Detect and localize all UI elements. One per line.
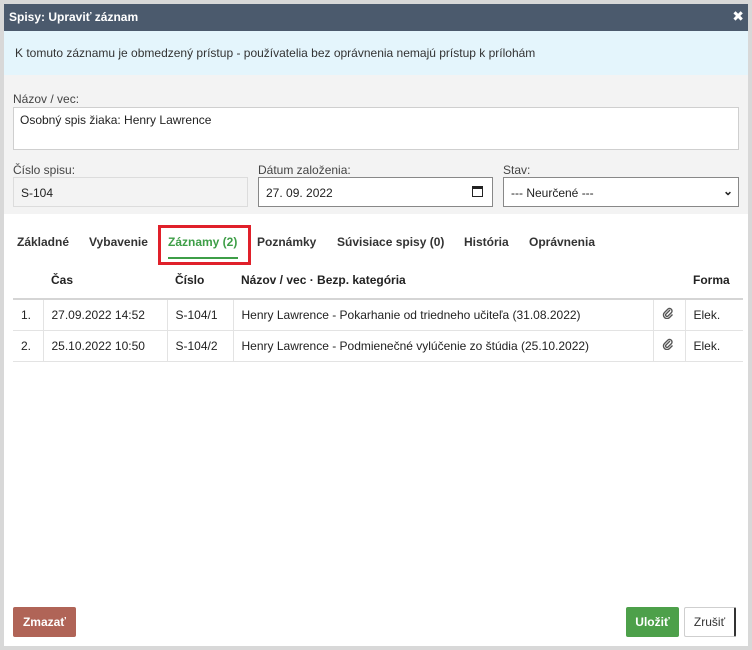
calendar-icon[interactable] xyxy=(472,186,483,197)
row-index: 2. xyxy=(13,330,43,362)
status-value: --- Neurčené --- xyxy=(511,186,594,200)
tab-history[interactable]: História xyxy=(464,235,509,249)
row-title[interactable]: Henry Lawrence - Pokarhanie od triedneho… xyxy=(232,299,653,331)
col-index xyxy=(13,262,43,300)
table-header-row: Čas Číslo Názov / vec · Bezp. kategória … xyxy=(13,262,743,300)
dialog-title: Spisy: Upraviť záznam xyxy=(9,10,139,24)
status-select[interactable]: --- Neurčené --- ⌄ xyxy=(503,177,739,207)
row-number: S-104/1 xyxy=(166,299,233,331)
number-field: S-104 xyxy=(13,177,248,207)
paperclip-icon-svg xyxy=(662,308,673,320)
tab-handling[interactable]: Vybavenie xyxy=(89,235,148,249)
tab-related-files[interactable]: Súvisiace spisy (0) xyxy=(337,235,444,249)
col-attachment xyxy=(653,262,685,300)
name-label: Názov / vec: xyxy=(13,92,80,106)
table-row[interactable]: 1. 27.09.2022 14:52 S-104/1 Henry Lawren… xyxy=(13,299,743,331)
paperclip-icon[interactable] xyxy=(652,330,685,362)
edit-record-dialog: Spisy: Upraviť záznam ✖ K tomuto záznamu… xyxy=(0,0,752,650)
tab-basic[interactable]: Základné xyxy=(17,235,69,249)
dialog-titlebar: Spisy: Upraviť záznam ✖ xyxy=(4,4,748,31)
col-title[interactable]: Názov / vec · Bezp. kategória xyxy=(233,262,653,300)
row-index: 1. xyxy=(13,299,43,331)
row-time: 25.10.2022 10:50 xyxy=(42,330,167,362)
row-form: Elek. xyxy=(684,330,743,362)
col-time[interactable]: Čas xyxy=(43,262,167,300)
number-label: Číslo spisu: xyxy=(13,163,76,177)
tab-highlight-box xyxy=(158,225,251,265)
date-value: 27. 09. 2022 xyxy=(266,186,333,200)
table-row[interactable]: 2. 25.10.2022 10:50 S-104/2 Henry Lawren… xyxy=(13,330,743,362)
date-label: Dátum založenia: xyxy=(258,163,351,177)
status-label: Stav: xyxy=(503,163,531,177)
row-form: Elek. xyxy=(684,299,743,331)
row-title[interactable]: Henry Lawrence - Podmienečné vylúčenie z… xyxy=(232,330,653,362)
chevron-down-icon: ⌄ xyxy=(722,184,733,198)
cancel-button[interactable]: Zrušiť xyxy=(684,607,736,637)
close-icon[interactable]: ✖ xyxy=(732,8,744,25)
save-button[interactable]: Uložiť xyxy=(626,607,679,637)
records-table: Čas Číslo Názov / vec · Bezp. kategória … xyxy=(13,262,743,362)
row-time: 27.09.2022 14:52 xyxy=(42,299,167,331)
paperclip-icon[interactable] xyxy=(652,299,685,331)
tab-notes[interactable]: Poznámky xyxy=(257,235,316,249)
date-input[interactable]: 27. 09. 2022 xyxy=(258,177,493,207)
col-form[interactable]: Forma xyxy=(685,262,743,300)
restricted-access-notice: K tomuto záznamu je obmedzený prístup - … xyxy=(4,31,748,75)
col-number[interactable]: Číslo xyxy=(167,262,233,300)
tab-bar: Základné Vybavenie Záznamy (2) Poznámky … xyxy=(4,214,748,265)
record-form: Názov / vec: Osobný spis žiaka: Henry La… xyxy=(4,75,748,214)
row-number: S-104/2 xyxy=(166,330,233,362)
delete-button[interactable]: Zmazať xyxy=(13,607,76,637)
notice-text: K tomuto záznamu je obmedzený prístup - … xyxy=(15,46,536,60)
number-value: S-104 xyxy=(21,186,54,200)
paperclip-icon-svg xyxy=(662,338,673,351)
name-textarea[interactable]: Osobný spis žiaka: Henry Lawrence xyxy=(13,107,739,150)
tab-permissions[interactable]: Oprávnenia xyxy=(529,235,595,249)
